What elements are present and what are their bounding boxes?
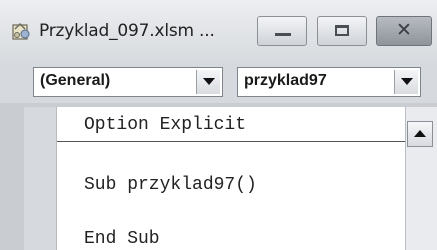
procedure-dropdown[interactable]: przyklad97: [237, 67, 421, 97]
chevron-down-icon[interactable]: [394, 70, 418, 94]
minimize-icon: [275, 33, 291, 36]
window-left-border: [0, 103, 24, 250]
maximize-icon: [335, 25, 349, 36]
window-title: Przyklad_097.xlsm ...: [39, 21, 215, 41]
object-dropdown[interactable]: (General): [33, 67, 223, 97]
arrow-up-icon: [414, 130, 426, 137]
close-button[interactable]: ✕: [376, 16, 432, 46]
procedure-combo-row: (General) przyklad97: [0, 63, 437, 103]
close-icon: ✕: [396, 19, 412, 41]
scroll-up-button[interactable]: [407, 121, 433, 147]
minimize-button[interactable]: [257, 16, 307, 46]
code-line[interactable]: Sub przyklad97(): [84, 175, 257, 195]
code-line[interactable]: End Sub: [84, 229, 160, 249]
object-dropdown-value: (General): [40, 72, 111, 89]
code-line[interactable]: Option Explicit: [84, 115, 246, 135]
window-title-bar: Przyklad_097.xlsm ... ✕: [0, 0, 437, 63]
procedure-dropdown-value: przyklad97: [244, 72, 327, 89]
vba-module-icon: [10, 20, 32, 42]
procedure-separator: [57, 141, 405, 142]
chevron-down-icon[interactable]: [196, 70, 220, 94]
code-margin-indicator-bar[interactable]: [24, 107, 57, 250]
maximize-button[interactable]: [317, 16, 367, 46]
